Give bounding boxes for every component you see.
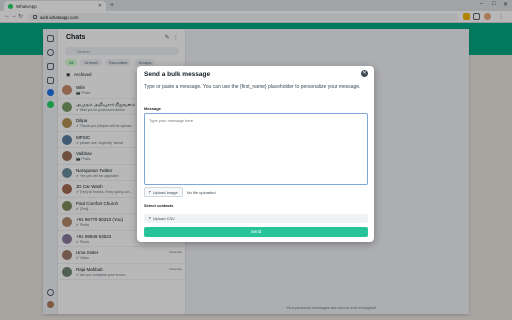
upload-image-label: Upload Image [152, 189, 178, 195]
upload-csv-button[interactable]: ⤒ Upload CSV [144, 214, 368, 223]
upload-csv-label: Upload CSV [152, 216, 175, 221]
bulk-message-dialog: Send a bulk message ✕ Type or paste a me… [137, 66, 374, 242]
dialog-description: Type or paste a message. You can use the… [144, 84, 361, 90]
close-icon[interactable]: ✕ [361, 70, 368, 77]
message-textarea[interactable] [144, 113, 368, 185]
no-file-text: No file uploaded [186, 189, 216, 195]
send-button[interactable]: Send [144, 227, 368, 237]
message-label: Message [144, 106, 161, 111]
select-contacts-label: Select contacts [144, 203, 174, 208]
dialog-title: Send a bulk message [144, 71, 211, 78]
upload-icon: ⤒ [149, 189, 151, 195]
upload-image-button[interactable]: ⤒ Upload Image [144, 187, 183, 197]
upload-icon: ⤒ [149, 216, 151, 221]
image-upload-row: ⤒ Upload Image No file uploaded [144, 187, 368, 197]
